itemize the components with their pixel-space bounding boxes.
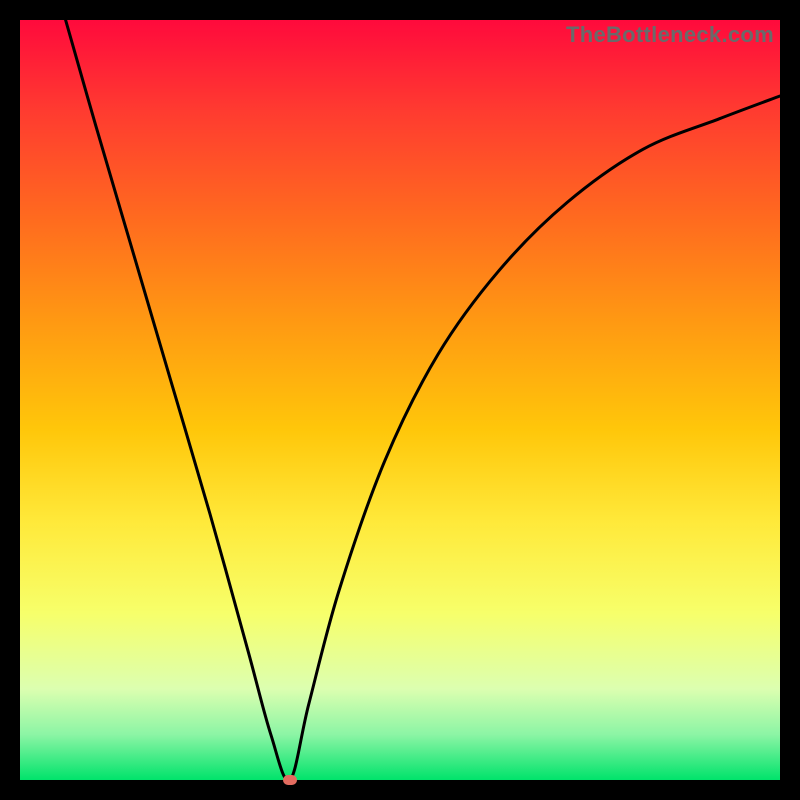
minimum-marker — [283, 775, 297, 785]
bottleneck-curve — [66, 20, 780, 781]
plot-area: TheBottleneck.com — [20, 20, 780, 780]
curve-layer — [20, 20, 780, 780]
chart-frame: TheBottleneck.com — [0, 0, 800, 800]
